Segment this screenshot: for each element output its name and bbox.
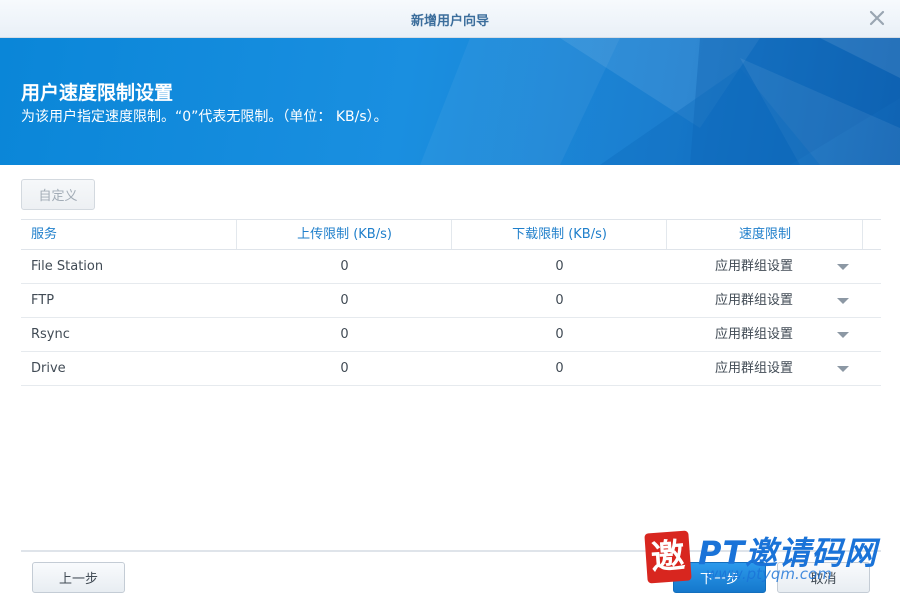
speed-limit-select[interactable]: 应用群组设置 bbox=[667, 250, 841, 283]
page-description: 为该用户指定速度限制。“0”代表无限制。（单位： KB/s）。 bbox=[21, 109, 388, 125]
window-titlebar: 新增用户向导 bbox=[0, 0, 900, 38]
next-button[interactable]: 下一步 bbox=[673, 562, 766, 593]
service-name: Rsync bbox=[31, 327, 70, 342]
chevron-down-icon[interactable] bbox=[837, 366, 849, 372]
download-limit[interactable]: 0 bbox=[452, 352, 667, 385]
speed-limit-select[interactable]: 应用群组设置 bbox=[667, 284, 841, 317]
table-row[interactable]: Drive 0 0 应用群组设置 bbox=[21, 352, 881, 386]
table-row[interactable]: FTP 0 0 应用群组设置 bbox=[21, 284, 881, 318]
back-button[interactable]: 上一步 bbox=[32, 562, 125, 593]
download-limit[interactable]: 0 bbox=[452, 250, 667, 283]
page-heading: 用户速度限制设置 bbox=[21, 82, 174, 104]
speed-limit-table: 服务 上传限制 (KB/s) 下载限制 (KB/s) 速度限制 File Sta… bbox=[21, 219, 881, 386]
table-row[interactable]: File Station 0 0 应用群组设置 bbox=[21, 250, 881, 284]
footer-divider bbox=[21, 550, 881, 552]
download-limit[interactable]: 0 bbox=[452, 284, 667, 317]
service-name: Drive bbox=[31, 361, 66, 376]
column-divider bbox=[862, 220, 863, 249]
window-title: 新增用户向导 bbox=[410, 14, 489, 29]
upload-limit[interactable]: 0 bbox=[237, 284, 452, 317]
header-banner: 用户速度限制设置 为该用户指定速度限制。“0”代表无限制。（单位： KB/s）。 bbox=[0, 38, 900, 165]
column-header-download[interactable]: 下载限制 (KB/s) bbox=[452, 220, 667, 249]
table-row[interactable]: Rsync 0 0 应用群组设置 bbox=[21, 318, 881, 352]
chevron-down-icon[interactable] bbox=[837, 264, 849, 270]
chevron-down-icon[interactable] bbox=[837, 298, 849, 304]
download-limit[interactable]: 0 bbox=[452, 318, 667, 351]
upload-limit[interactable]: 0 bbox=[237, 318, 452, 351]
speed-limit-select[interactable]: 应用群组设置 bbox=[667, 352, 841, 385]
column-header-service[interactable]: 服务 bbox=[31, 220, 57, 249]
speed-limit-select[interactable]: 应用群组设置 bbox=[667, 318, 841, 351]
service-name: File Station bbox=[31, 259, 104, 274]
chevron-down-icon[interactable] bbox=[837, 332, 849, 338]
close-icon[interactable] bbox=[868, 9, 886, 27]
service-name: FTP bbox=[31, 293, 55, 308]
column-header-upload[interactable]: 上传限制 (KB/s) bbox=[237, 220, 452, 249]
upload-limit[interactable]: 0 bbox=[237, 352, 452, 385]
cancel-button[interactable]: 取消 bbox=[777, 562, 870, 593]
table-header: 服务 上传限制 (KB/s) 下载限制 (KB/s) 速度限制 bbox=[21, 219, 881, 250]
upload-limit[interactable]: 0 bbox=[237, 250, 452, 283]
column-header-speed[interactable]: 速度限制 bbox=[667, 220, 863, 249]
custom-button[interactable]: 自定义 bbox=[21, 179, 95, 210]
